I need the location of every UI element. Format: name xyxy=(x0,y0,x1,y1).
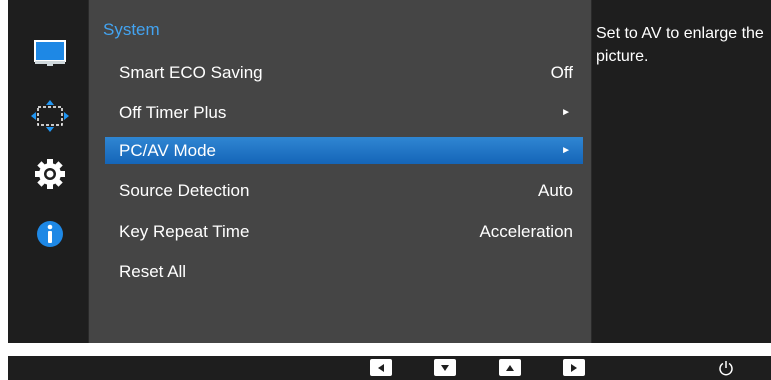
left-arrow-icon xyxy=(378,363,384,372)
menu-item-value: Auto xyxy=(538,180,573,200)
system-menu-panel: System Smart ECO Saving Off Off Timer Pl… xyxy=(88,0,592,343)
help-text: Set to AV to enlarge the picture. xyxy=(596,25,764,65)
system-gear-icon[interactable] xyxy=(30,156,70,192)
information-icon[interactable] xyxy=(30,216,70,252)
submenu-arrow-icon: ► xyxy=(561,145,571,156)
left-arrow-button[interactable] xyxy=(370,359,392,376)
down-arrow-icon xyxy=(441,364,449,371)
up-arrow-icon xyxy=(506,364,514,371)
menu-title: System xyxy=(103,20,160,39)
picture-icon[interactable] xyxy=(30,36,70,72)
menu-item-value: Acceleration xyxy=(479,221,573,241)
power-button[interactable] xyxy=(716,358,736,378)
down-arrow-button[interactable] xyxy=(434,359,456,376)
menu-item-smart-eco-saving[interactable]: Smart ECO Saving Off xyxy=(105,59,583,86)
right-arrow-button[interactable] xyxy=(563,359,585,376)
up-arrow-button[interactable] xyxy=(499,359,521,376)
menu-item-value: Off xyxy=(550,62,573,82)
menu-item-reset-all[interactable]: Reset All xyxy=(105,258,583,285)
menu-item-label: Key Repeat Time xyxy=(119,221,250,241)
help-panel: Set to AV to enlarge the picture. xyxy=(592,0,771,343)
menu-item-label: PC/AV Mode xyxy=(119,140,217,160)
right-arrow-icon xyxy=(571,363,577,372)
menu-item-source-detection[interactable]: Source Detection Auto xyxy=(105,177,583,204)
submenu-arrow-icon: ► xyxy=(561,107,571,118)
menu-item-off-timer-plus[interactable]: Off Timer Plus ► xyxy=(105,99,583,126)
menu-item-label: Smart ECO Saving xyxy=(119,62,263,82)
icon-column xyxy=(8,0,88,343)
menu-item-key-repeat-time[interactable]: Key Repeat Time Acceleration xyxy=(105,218,583,245)
power-icon xyxy=(719,361,733,376)
menu-item-label: Source Detection xyxy=(119,180,250,200)
button-bar xyxy=(8,356,771,380)
menu-item-label: Reset All xyxy=(119,261,187,281)
menu-item-pc-av-mode[interactable]: PC/AV Mode ► xyxy=(105,137,583,164)
menu-item-label: Off Timer Plus xyxy=(119,102,227,122)
onscreen-display-icon[interactable] xyxy=(30,98,70,134)
